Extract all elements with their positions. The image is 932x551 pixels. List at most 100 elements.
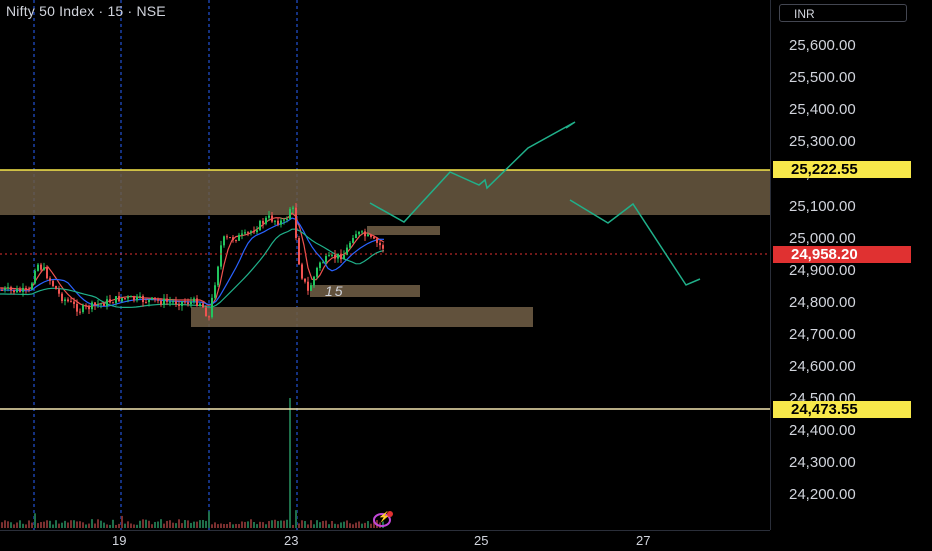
candle-body: [262, 220, 264, 224]
candle-body: [307, 281, 309, 291]
volume-bar: [127, 521, 129, 528]
candle-body: [325, 256, 327, 263]
price-tick-label: 25,600.00: [789, 37, 856, 54]
volume-bar: [55, 520, 57, 528]
candle-body: [367, 234, 369, 237]
candle-body: [202, 303, 204, 308]
candle-body: [124, 298, 126, 300]
candle-body: [157, 299, 159, 301]
volume-bar: [199, 520, 201, 528]
volume-bar: [34, 513, 36, 528]
candle-body: [319, 262, 321, 268]
candle-body: [4, 288, 6, 291]
volume-bar: [223, 524, 225, 528]
volume-bar: [193, 521, 195, 528]
volume-bar: [277, 521, 279, 528]
candle-body: [37, 264, 39, 271]
candle-body: [331, 254, 333, 256]
time-label: 19: [112, 533, 127, 548]
volume-bar: [337, 524, 339, 528]
demand-zone: [191, 307, 533, 327]
volume-bar: [40, 522, 42, 528]
volume-bar: [370, 523, 372, 528]
candle-body: [274, 220, 276, 222]
volume-bar: [94, 523, 96, 528]
candle-body: [250, 231, 252, 233]
volume-bar: [217, 524, 219, 528]
volume-bar: [190, 522, 192, 528]
volume-bar: [310, 520, 312, 528]
volume-bar: [175, 523, 177, 528]
candle-body: [16, 289, 18, 293]
candle-body: [64, 299, 66, 302]
candle-body: [343, 254, 345, 260]
candle-body: [106, 299, 108, 307]
candle-body: [322, 262, 324, 264]
volume-bar: [283, 520, 285, 528]
candle-body: [214, 285, 216, 298]
volume-bar: [346, 520, 348, 528]
price-scale[interactable]: INR 25,600.00 25,500.00 25,400.00 25,300.00…: [770, 0, 932, 530]
volume-bar: [289, 398, 291, 528]
volume-bar: [334, 523, 336, 528]
price-tick-label: 24,600.00: [789, 358, 856, 375]
candle-body: [199, 303, 201, 306]
candle-body: [238, 234, 240, 241]
candle-body: [145, 302, 147, 304]
candle-body: [301, 264, 303, 279]
candle-body: [97, 304, 99, 306]
candle-body: [34, 270, 36, 284]
volume-bar: [82, 522, 84, 528]
volume-bar: [22, 523, 24, 528]
volume-bar: [79, 521, 81, 528]
candle-body: [328, 255, 330, 257]
volume-bar: [181, 523, 183, 528]
candle-body: [85, 305, 87, 307]
volume-bar: [280, 520, 282, 528]
candle-body: [1, 290, 3, 291]
volume-bar: [25, 524, 27, 528]
candle-body: [154, 297, 156, 300]
volume-bar: [208, 511, 210, 528]
volume-bar: [256, 524, 258, 528]
volume-bar: [349, 523, 351, 528]
lightning-circle-icon[interactable]: ⚡: [373, 511, 393, 527]
volume-bar: [202, 519, 204, 528]
volume-bar: [304, 521, 306, 528]
volume-bar: [298, 523, 300, 528]
current-price-badge: 24,958.20: [773, 246, 911, 263]
volume-bar: [361, 523, 363, 528]
candle-body: [175, 301, 177, 305]
candle-body: [139, 296, 141, 298]
candle-body: [172, 301, 174, 303]
volume-bar: [43, 521, 45, 528]
candle-body: [313, 276, 315, 286]
volume-bar: [265, 524, 267, 528]
time-axis[interactable]: 19 23 25 27: [0, 530, 770, 551]
candle-body: [382, 245, 384, 249]
volume-bar: [325, 520, 327, 528]
price-tick-label: 25,300.00: [789, 133, 856, 151]
chart-canvas[interactable]: [0, 0, 770, 530]
candle-body: [118, 296, 120, 302]
candle-body: [283, 219, 285, 221]
candle-body: [73, 301, 75, 304]
volume-bar: [133, 524, 135, 528]
volume-bar: [169, 520, 171, 528]
volume-bar: [70, 520, 72, 528]
candle-body: [196, 298, 198, 306]
candle-body: [88, 305, 90, 310]
candle-body: [187, 302, 189, 305]
volume-bar: [292, 524, 294, 528]
currency-selector[interactable]: INR: [779, 4, 907, 22]
candle-body: [67, 299, 69, 302]
candle-body: [55, 286, 57, 290]
volume-bar: [343, 521, 345, 528]
candle-body: [7, 287, 9, 289]
candle-body: [211, 297, 213, 318]
candle-body: [190, 301, 192, 305]
chart-pane[interactable]: Nifty 50 Index · 15 · NSE 15 ⚡: [0, 0, 770, 530]
candle-body: [22, 287, 24, 292]
volume-bar: [364, 522, 366, 528]
volume-bar: [13, 524, 15, 528]
